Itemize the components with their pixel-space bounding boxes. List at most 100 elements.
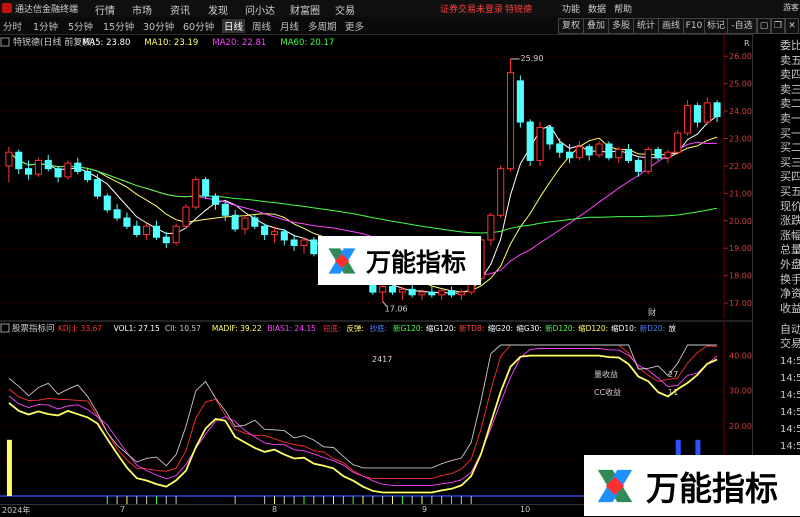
indicator-legend-16: 新D20:	[640, 323, 665, 333]
close-icon[interactable]: ✕	[785, 18, 799, 34]
quote-field-17: 净资	[780, 287, 800, 301]
candle-body	[44, 159, 52, 170]
indicator-legend-4: BIAS1: 24.15	[268, 324, 317, 333]
indicator-legend-1: VOL1: 27.15	[114, 324, 160, 333]
tab-more[interactable]: 更多	[345, 19, 364, 33]
indicator-legend-0: KDJ:J: 33.67	[58, 324, 102, 333]
menu-item-ask[interactable]: 问小达	[245, 2, 275, 17]
indicator-y-tick: 20.00	[729, 422, 752, 431]
menu-item-wealth[interactable]: 财富圈	[290, 2, 320, 17]
guest-label[interactable]: 游客	[783, 2, 799, 13]
candle-body	[152, 225, 161, 238]
menu-item-trade[interactable]: 交易	[335, 2, 355, 17]
candle-body	[693, 105, 701, 123]
window-button-icon[interactable]: ▢	[757, 18, 771, 34]
tick-time-0: 14:56	[780, 356, 800, 367]
menu-item-function[interactable]: 功能	[562, 2, 580, 15]
quote-field-4: 卖二	[780, 97, 800, 111]
mark-button[interactable]: 标记	[704, 18, 728, 34]
y-tick-label: 18.00	[729, 272, 752, 281]
candle-body	[211, 195, 220, 205]
candle-body	[300, 239, 308, 246]
tab-monthly[interactable]: 月线	[280, 19, 299, 33]
stats-button[interactable]: 统计	[633, 18, 659, 34]
quote-field-11: 现价	[780, 199, 800, 213]
candle-body	[447, 290, 456, 296]
stock-checkbox-icon[interactable]	[0, 37, 10, 47]
tab-5min[interactable]: 5分钟	[68, 19, 93, 33]
candle-body	[64, 162, 72, 178]
menu-item-market[interactable]: 市场	[132, 2, 152, 17]
candle-body	[438, 290, 446, 296]
overlay-button[interactable]: 叠加	[583, 18, 609, 34]
menu-item-discover[interactable]: 发现	[208, 2, 228, 17]
candle-body	[526, 121, 534, 161]
stock-tag[interactable]: 特锐德	[505, 2, 532, 15]
indicator-checkbox-icon[interactable]	[0, 323, 10, 333]
signal-column	[6, 439, 12, 496]
tab-60min[interactable]: 60分钟	[183, 19, 214, 33]
menu-item-data[interactable]: 数据	[588, 2, 606, 15]
candle-body	[280, 231, 288, 241]
menu-item-news[interactable]: 资讯	[170, 2, 190, 17]
adjust-button[interactable]: 复权	[558, 18, 584, 34]
ma-legend-3: MA60: 20.17	[280, 38, 334, 48]
tab-15min[interactable]: 15分钟	[103, 19, 134, 33]
indicator-legend-13: 新D120:	[545, 323, 575, 333]
candle-body	[408, 288, 416, 296]
indicator-legend-5: 短底:	[323, 323, 341, 333]
candle-body	[536, 127, 544, 161]
candle-body	[290, 239, 298, 246]
candle-body	[418, 291, 426, 296]
candle-body	[595, 143, 603, 156]
y-tick-label: 25.00	[729, 80, 752, 89]
tab-multi-period[interactable]: 多周期	[308, 19, 337, 33]
tick-time-2: 14:56	[780, 390, 800, 401]
indicator-title: 股票指标问	[12, 323, 55, 334]
candle-body	[251, 217, 259, 227]
quote-field-18: 收益	[780, 301, 800, 315]
quote-field-12: 涨跌	[780, 214, 800, 228]
tick-time-3: 14:56	[780, 407, 800, 418]
date-label-aug: 8	[272, 505, 278, 514]
quote-field-0: 委比	[780, 39, 800, 52]
tab-intraday[interactable]: 分时	[3, 19, 22, 33]
tick-time-5: 14:56	[780, 441, 800, 452]
tab-1min[interactable]: 1分钟	[33, 19, 58, 33]
f10-button[interactable]: F10	[683, 18, 705, 34]
candle-body	[15, 151, 23, 170]
side-action-0[interactable]: 自动	[780, 324, 800, 336]
indicator-legend-11: 缩G20:	[488, 323, 513, 333]
quote-field-8: 买三	[780, 155, 800, 169]
candle-body	[556, 143, 564, 153]
draw-line-button[interactable]: 画线	[658, 18, 684, 34]
candle-body	[546, 127, 554, 145]
restore-icon[interactable]: ❐	[771, 18, 785, 34]
candle-body	[5, 151, 13, 167]
side-action-1[interactable]: 交易	[780, 338, 800, 350]
menu-item-help[interactable]: 帮助	[614, 2, 632, 15]
candle-body	[428, 291, 436, 296]
count-label: 2417	[372, 355, 392, 364]
app-logo-icon	[2, 3, 12, 13]
candle-body	[123, 217, 131, 227]
quote-field-14: 总量	[780, 243, 800, 257]
candle-body	[654, 148, 662, 159]
axis-marker: R	[744, 39, 750, 48]
login-notice[interactable]: 证券交易未登录	[440, 2, 503, 15]
candle-body	[713, 102, 721, 118]
menu-item-quotes[interactable]: 行情	[95, 2, 115, 17]
candle-body	[506, 72, 515, 170]
app-title: 通达信金融终端	[15, 5, 79, 15]
date-label-year: 2024年	[2, 506, 31, 515]
multi-stock-button[interactable]: 多股	[608, 18, 634, 34]
add-watchlist-button[interactable]: -自选	[727, 18, 757, 34]
candle-body	[703, 102, 711, 123]
finance-marker: 财	[648, 307, 656, 317]
tab-weekly[interactable]: 周线	[252, 19, 271, 33]
tab-30min[interactable]: 30分钟	[143, 19, 174, 33]
volume-return-label: 量收益	[594, 369, 618, 379]
quote-field-9: 买四	[780, 170, 800, 184]
tab-daily[interactable]: 日线	[222, 19, 246, 33]
candle-body	[684, 105, 692, 134]
